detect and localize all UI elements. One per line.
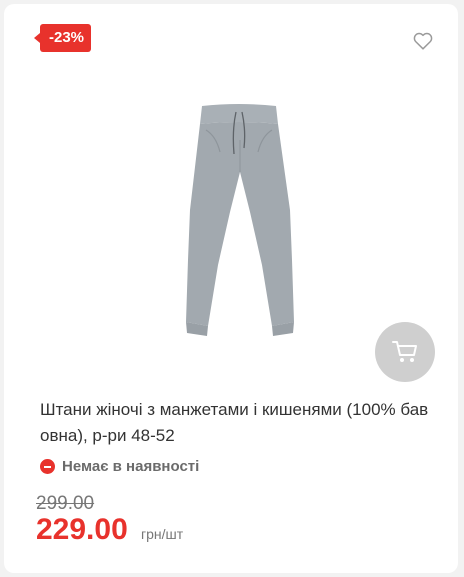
heart-icon <box>413 32 433 50</box>
stock-status-label: Немає в наявності <box>62 458 200 475</box>
discount-badge: -23% <box>33 24 92 52</box>
product-card[interactable]: -23% Штани жіночі з манжетами і кишенями… <box>4 4 458 573</box>
add-to-cart-button[interactable] <box>375 322 435 382</box>
product-image[interactable] <box>154 100 324 345</box>
price-unit: грн/шт <box>141 526 184 542</box>
minus-circle-icon <box>40 459 55 474</box>
current-price: 229.00 <box>36 513 128 546</box>
favorite-button[interactable] <box>412 30 434 52</box>
stock-status: Немає в наявності <box>40 458 199 475</box>
cart-icon <box>392 341 417 362</box>
product-title[interactable]: Штани жіночі з манжетами і кишенями (100… <box>40 397 430 449</box>
